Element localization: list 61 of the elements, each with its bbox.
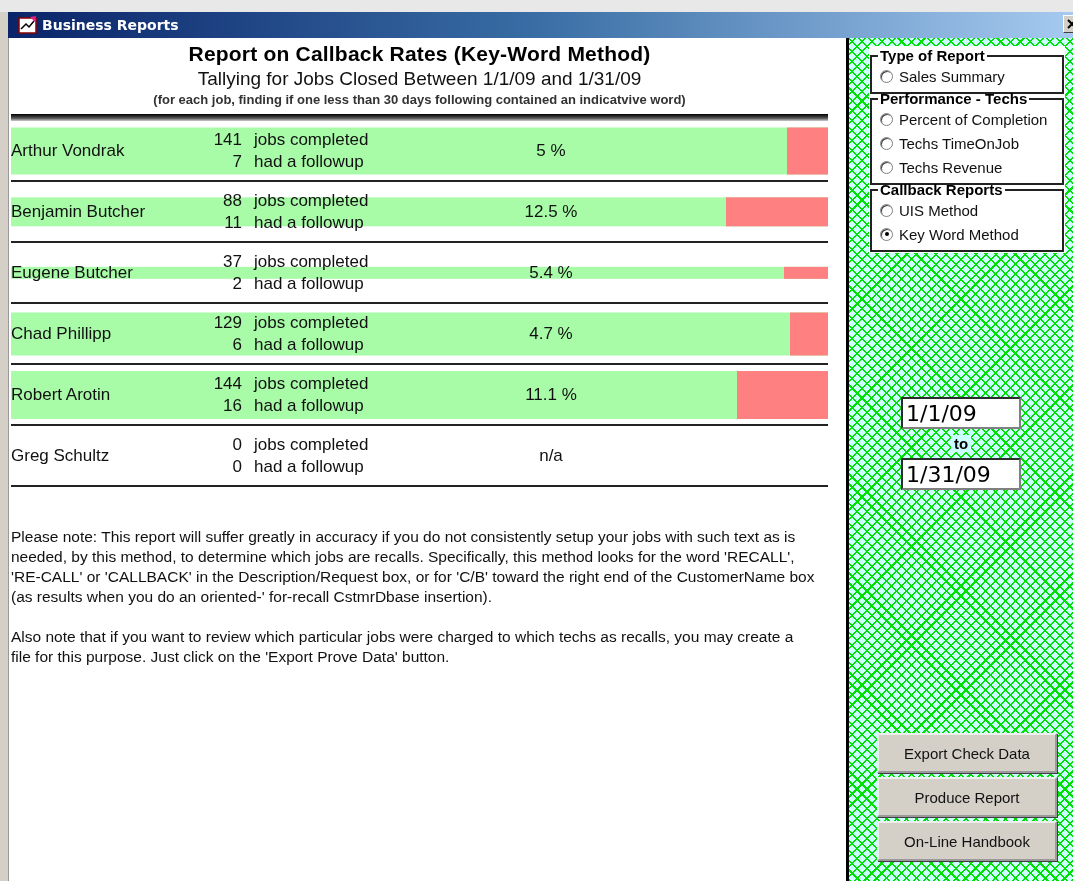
jobs-count: 37 <box>222 250 242 273</box>
note-paragraph: Please note: This report will suffer greatly in accuracy if you do not consistently setup your jobs with such text as is needed, by this method, to determine which jobs are recalls. Specifically, this method looks for the word 'RECALL', 'RE-CALL' or 'CALLBACK' in the Description/Request box, or for 'C/B' toward the right end of the CustomerName box (as results when you do an oriented-' for-recall CstmrDbase insertion). <box>11 527 816 607</box>
followup-label: had a followup <box>253 272 365 295</box>
tech-name: Chad Phillipp <box>11 322 113 345</box>
window-title: Business Reports <box>42 17 179 33</box>
action-button[interactable]: On-Line Handbook <box>877 821 1057 861</box>
report-criteria: (for each job, finding if one less than 30 days following contained an indicatvive word) <box>152 92 687 107</box>
tech-name: Arthur Vondrak <box>11 139 126 162</box>
report-option[interactable]: Techs TimeOnJob <box>878 131 1020 155</box>
report-option[interactable]: UIS Method <box>878 198 979 222</box>
callback-rate: 5 % <box>535 139 567 162</box>
followup-label: had a followup <box>253 455 365 478</box>
group-title: Performance - Techs <box>879 90 1029 107</box>
group-title: Type of Report <box>879 47 986 64</box>
followup-count: 0 <box>231 455 242 478</box>
jobs-count: 129 <box>212 311 242 334</box>
tech-name: Robert Arotin <box>11 383 112 406</box>
app-icon <box>18 15 38 35</box>
callback-rate: n/a <box>538 444 564 467</box>
jobs-label: jobs completed <box>252 372 370 395</box>
followup-count: 16 <box>222 394 242 417</box>
jobs-label: jobs completed <box>252 311 370 334</box>
radio-button[interactable] <box>880 203 893 217</box>
to-label: to <box>950 435 972 452</box>
action-button[interactable]: Export Check Data <box>877 733 1057 773</box>
jobs-label: jobs completed <box>252 189 370 212</box>
followup-label: had a followup <box>253 150 365 173</box>
action-button[interactable]: Produce Report <box>877 777 1057 817</box>
report-option[interactable]: Key Word Method <box>878 222 1019 246</box>
report-option[interactable]: Sales Summary <box>878 64 1005 88</box>
group-title: Callback Reports <box>879 181 1004 198</box>
tech-name: Greg Schultz <box>11 444 111 467</box>
radio-button[interactable] <box>880 69 893 83</box>
tech-name: Eugene Butcher <box>11 261 134 284</box>
radio-button[interactable] <box>880 112 893 126</box>
followup-count: 11 <box>223 211 242 234</box>
jobs-count: 144 <box>212 372 242 395</box>
jobs-count: 88 <box>222 189 242 212</box>
report-option[interactable]: Techs Revenue <box>878 155 1003 179</box>
report-title: Report on Callback Rates (Key-Word Method) <box>187 42 652 66</box>
jobs-label: jobs completed <box>252 250 370 273</box>
tech-name: Benjamin Butcher <box>11 200 147 223</box>
note-paragraph: Also note that if you want to review which particular jobs were charged to which techs as recalls, you may create a file for this purpose. Just click on the 'Export Prove Data' button. <box>11 627 795 667</box>
jobs-label: jobs completed <box>252 433 370 456</box>
callback-rate: 12.5 % <box>523 200 579 223</box>
followup-count: 2 <box>231 272 242 295</box>
followup-label: had a followup <box>253 211 365 234</box>
callback-rate: 5.4 % <box>528 261 574 284</box>
start-date-field[interactable]: 1/1/09 <box>901 397 1021 429</box>
jobs-label: jobs completed <box>252 128 370 151</box>
followup-count: 6 <box>231 333 242 356</box>
followup-label: had a followup <box>253 394 365 417</box>
end-date-field[interactable]: 1/31/09 <box>901 458 1021 490</box>
jobs-count: 0 <box>231 433 242 456</box>
callback-rate: 11.1 % <box>524 383 578 406</box>
followup-count: 7 <box>231 150 242 173</box>
followup-label: had a followup <box>253 333 365 356</box>
report-subtitle: Tallying for Jobs Closed Between 1/1/09 and 1/31/09 <box>196 68 643 90</box>
callback-rate: 4.7 % <box>528 322 574 345</box>
report-option[interactable]: Percent of Completion <box>878 107 1048 131</box>
jobs-count: 141 <box>212 128 242 151</box>
